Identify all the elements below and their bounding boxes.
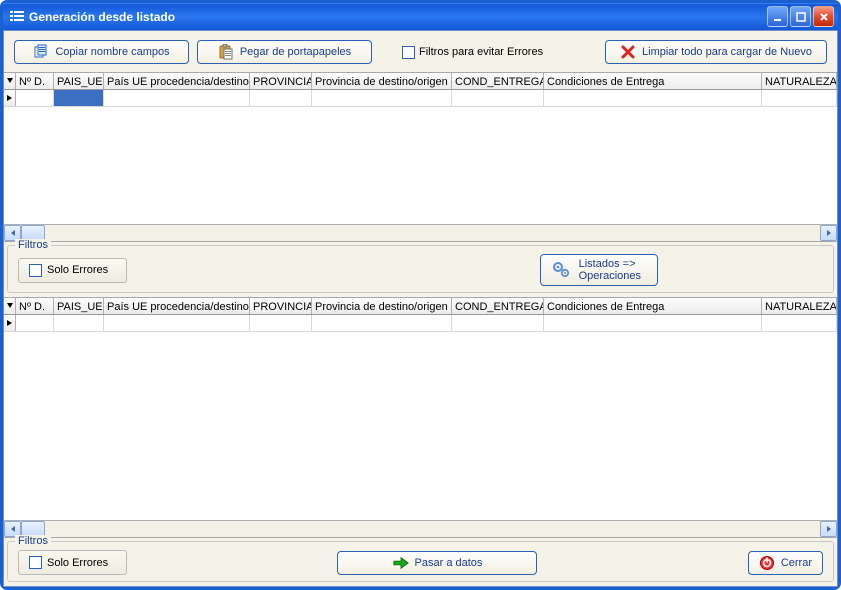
solo-errores-label: Solo Errores [47,557,108,569]
col-pais-ue[interactable]: PAIS_UE [54,73,104,89]
cell[interactable] [452,90,544,106]
col-cond-entrega-desc[interactable]: Condiciones de Entrega [544,73,762,89]
col-provincia[interactable]: PROVINCIA [250,298,312,314]
paste-icon [218,44,234,60]
cell[interactable] [544,315,762,331]
col-cond-entrega[interactable]: COND_ENTREGA [452,73,544,89]
col-naturaleza[interactable]: NATURALEZA [762,298,837,314]
lower-grid: Nº D. PAIS_UE País UE procedencia/destin… [4,297,837,538]
solo-errores-checkbox-lower[interactable]: Solo Errores [18,550,127,575]
checkbox-icon [29,556,42,569]
cell[interactable] [250,90,312,106]
gears-icon [551,260,571,280]
pasar-a-datos-label: Pasar a datos [415,557,483,569]
window-controls [767,6,834,27]
filter-legend: Filtros [15,239,51,251]
lower-grid-scrollbar[interactable] [4,520,837,537]
col-cond-entrega-desc[interactable]: Condiciones de Entrega [544,298,762,314]
cerrar-label: Cerrar [781,557,812,569]
paste-clipboard-label: Pegar de portapapeles [240,46,351,58]
app-icon [9,9,25,25]
col-provincia-desc[interactable]: Provincia de destino/origen [312,298,452,314]
copy-icon [33,44,49,60]
upper-grid-body[interactable] [4,90,837,224]
col-num[interactable]: Nº D. [16,73,54,89]
copy-fieldnames-button[interactable]: Copiar nombre campos [14,40,189,64]
col-naturaleza[interactable]: NATURALEZA [762,73,837,89]
col-pais-ue[interactable]: PAIS_UE [54,298,104,314]
cell[interactable] [250,315,312,331]
col-num[interactable]: Nº D. [16,298,54,314]
cell[interactable] [104,90,250,106]
row-indicator-header[interactable] [4,298,16,314]
row-indicator[interactable] [4,315,16,331]
paste-clipboard-button[interactable]: Pegar de portapapeles [197,40,372,64]
solo-errores-checkbox[interactable]: Solo Errores [18,258,127,283]
filter-legend: Filtros [15,535,51,547]
copy-fieldnames-label: Copiar nombre campos [55,46,169,58]
col-cond-entrega[interactable]: COND_ENTREGA [452,298,544,314]
solo-errores-label: Solo Errores [47,264,108,276]
cell[interactable] [104,315,250,331]
minimize-button[interactable] [767,6,788,27]
cell[interactable] [544,90,762,106]
maximize-button[interactable] [790,6,811,27]
row-indicator[interactable] [4,90,16,106]
cell[interactable] [312,315,452,331]
cell[interactable] [54,315,104,331]
table-row[interactable] [4,90,837,107]
cell-selected[interactable] [54,90,104,106]
cell[interactable] [16,90,54,106]
scroll-right-icon[interactable] [820,521,837,537]
cell[interactable] [762,315,837,331]
filters-avoid-errors-checkbox[interactable]: Filtros para evitar Errores [402,46,543,59]
window-title: Generación desde listado [29,10,767,24]
cell[interactable] [762,90,837,106]
row-indicator-header[interactable] [4,73,16,89]
col-pais-ue-desc[interactable]: País UE procedencia/destino [104,298,250,314]
listados-line2: Operaciones [579,270,641,282]
lower-grid-header: Nº D. PAIS_UE País UE procedencia/destin… [4,298,837,315]
filters-avoid-errors-label: Filtros para evitar Errores [419,46,543,58]
listados-operaciones-button[interactable]: Listados => Operaciones [540,254,658,286]
upper-filter-bar: Filtros Solo Errores Listados => O [7,245,834,293]
content-area: Copiar nombre campos Pegar de portapapel… [3,30,838,587]
clear-all-label: Limpiar todo para cargar de Nuevo [642,46,812,58]
upper-grid: Nº D. PAIS_UE País UE procedencia/destin… [4,72,837,242]
top-toolbar: Copiar nombre campos Pegar de portapapel… [4,31,837,72]
clear-all-button[interactable]: Limpiar todo para cargar de Nuevo [605,40,827,64]
col-pais-ue-desc[interactable]: País UE procedencia/destino [104,73,250,89]
power-icon [759,555,775,571]
col-provincia[interactable]: PROVINCIA [250,73,312,89]
scroll-track[interactable] [21,521,820,537]
scroll-right-icon[interactable] [820,225,837,241]
cell[interactable] [16,315,54,331]
arrow-right-icon [393,555,409,571]
lower-filter-bar: Filtros Solo Errores Pasar a datos [7,541,834,582]
checkbox-icon [29,264,42,277]
upper-grid-header: Nº D. PAIS_UE País UE procedencia/destin… [4,73,837,90]
app-window: Generación desde listado [0,0,841,590]
cell[interactable] [452,315,544,331]
pasar-a-datos-button[interactable]: Pasar a datos [337,551,537,575]
cell[interactable] [312,90,452,106]
table-row[interactable] [4,315,837,332]
cerrar-button[interactable]: Cerrar [748,551,823,575]
listados-line1: Listados => [579,258,636,270]
clear-icon [620,44,636,60]
scroll-track[interactable] [21,225,820,241]
titlebar: Generación desde listado [3,3,838,30]
close-button[interactable] [813,6,834,27]
upper-grid-scrollbar[interactable] [4,224,837,241]
col-provincia-desc[interactable]: Provincia de destino/origen [312,73,452,89]
checkbox-icon [402,46,415,59]
lower-grid-body[interactable] [4,315,837,520]
